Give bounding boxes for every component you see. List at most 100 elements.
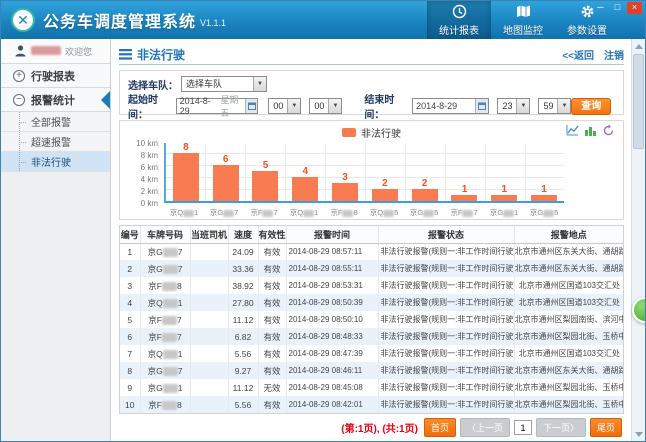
- vertical-scrollbar[interactable]: [631, 39, 645, 441]
- cell-speed: 9.27: [228, 362, 258, 379]
- redacted-text: [162, 333, 177, 342]
- cell-plate: 京G7: [140, 243, 190, 260]
- first-page-button[interactable]: 首页: [424, 418, 456, 437]
- line-chart-icon[interactable]: [566, 124, 579, 137]
- bar-value-label: 1: [462, 185, 468, 195]
- scroll-down-arrow[interactable]: [632, 427, 646, 441]
- table-row[interactable]: 7京Q15.56有效2014-08-29 08:47:39非法行驶报警(规则一:…: [120, 345, 623, 362]
- end-hour-value: 23: [498, 99, 516, 113]
- table-body: 1京G724.09有效2014-08-29 08:57:11非法行驶报警(规则一…: [120, 243, 623, 413]
- cell-location: 北京市通州区东关大街、通胡路交汇处西: [514, 243, 623, 260]
- cell-speed: 33.36: [228, 260, 258, 277]
- cell-location: 北京市通州区东关大街、通胡路交汇处西: [514, 362, 623, 379]
- bar-value-label: 1: [541, 185, 547, 195]
- table-row[interactable]: 9京G111.12无效2014-08-29 08:45:08非法行驶报警(规则一…: [120, 379, 623, 396]
- calendar-icon[interactable]: [475, 99, 488, 113]
- bar[interactable]: [491, 195, 517, 201]
- main-content: 非法行驶 <<返回 注销 选择车队： 选择车队 ▼ 起始时间：: [112, 39, 631, 441]
- bar[interactable]: [412, 189, 438, 201]
- cell-speed: 38.92: [228, 277, 258, 294]
- table-row[interactable]: 1京G724.09有效2014-08-29 08:57:11非法行驶报警(规则一…: [120, 243, 623, 260]
- table-row[interactable]: 4京Q127.80有效2014-08-29 08:50:39非法行驶报警(规则一…: [120, 294, 623, 311]
- end-minute-value: 59: [539, 99, 557, 113]
- y-tick-label: 2 km: [120, 187, 158, 196]
- query-button[interactable]: 查询: [571, 98, 611, 115]
- sidebar-item-全部报警[interactable]: 全部报警: [1, 112, 110, 132]
- content-header: 非法行驶 <<返回 注销: [119, 44, 624, 65]
- cell-plate: 京Q1: [140, 345, 190, 362]
- redacted-text: [462, 210, 473, 217]
- end-hour-select[interactable]: 23 ▼: [497, 98, 530, 114]
- triangle-up-icon: [635, 44, 643, 49]
- bar[interactable]: [531, 195, 557, 201]
- y-tick-label: 4 km: [120, 175, 158, 184]
- back-link[interactable]: <<返回: [562, 47, 594, 62]
- bar-value-label: 2: [422, 179, 428, 189]
- chevron-down-icon: ▼: [516, 99, 529, 113]
- calendar-icon[interactable]: [245, 99, 257, 113]
- bar[interactable]: [332, 183, 358, 201]
- chart-legend[interactable]: 非法行驶: [120, 125, 623, 140]
- table-row[interactable]: 10京F85.56有效2014-08-29 08:42:01非法行驶报警(规则一…: [120, 396, 623, 413]
- bar-value-label: 5: [263, 161, 269, 171]
- next-page-button[interactable]: 下一页〉: [536, 418, 586, 437]
- prev-page-button[interactable]: 〈上一页: [460, 418, 510, 437]
- x-tick-label: 京G5: [404, 207, 444, 218]
- scroll-up-arrow[interactable]: [632, 39, 646, 53]
- sidebar-menu-alarm-stats[interactable]: −报警统计: [1, 88, 110, 112]
- bar[interactable]: [292, 177, 318, 201]
- bar-chart-icon[interactable]: [584, 124, 597, 137]
- bar[interactable]: [451, 195, 477, 201]
- sidebar-item-超速报警[interactable]: 超速报警: [1, 132, 110, 152]
- fleet-select[interactable]: 选择车队 ▼: [181, 76, 267, 92]
- chevron-down-icon: ▼: [557, 99, 570, 113]
- logout-link[interactable]: 注销: [604, 47, 624, 62]
- table-row[interactable]: 6京F76.82有效2014-08-29 08:48:33非法行驶报警(规则一:…: [120, 328, 623, 345]
- cell-time: 2014-08-29 08:50:10: [286, 311, 378, 328]
- redacted-text: [503, 210, 514, 217]
- sidebar-menu-label: 行驶报表: [31, 68, 75, 84]
- page-number-input[interactable]: [514, 420, 532, 435]
- scrollbar-thumb[interactable]: [633, 54, 644, 149]
- sidebar-menu-driving-report[interactable]: +行驶报表: [1, 64, 110, 88]
- bar[interactable]: [213, 165, 239, 201]
- x-tick-label: 京F7: [444, 207, 484, 218]
- bar[interactable]: [372, 189, 398, 201]
- table-row[interactable]: 2京G733.36有效2014-08-29 08:55:11非法行驶报警(规则一…: [120, 260, 623, 277]
- end-date-value: 2014-8-29: [416, 101, 457, 111]
- nav-tab-map[interactable]: 地图监控: [491, 1, 555, 39]
- bar[interactable]: [252, 171, 278, 201]
- filter-panel: 选择车队： 选择车队 ▼ 起始时间： 2014-8-29 星期五: [119, 70, 624, 115]
- table-header-row: 编号车牌号码当班司机速度有效性报警时间报警状态报警地点: [120, 226, 623, 243]
- pagination-info: (第:1页), (共:1页): [341, 420, 418, 435]
- start-minute-select[interactable]: 00 ▼: [309, 98, 342, 114]
- table-row[interactable]: 5京F711.12有效2014-08-29 08:50:10非法行驶报警(规则一…: [120, 311, 623, 328]
- bar-plot: 8654322111: [164, 143, 564, 203]
- y-axis-ticks: 10 km8 km6 km4 km2 km0 km: [122, 143, 160, 203]
- end-minute-select[interactable]: 59 ▼: [538, 98, 571, 114]
- fleet-label: 选择车队：: [128, 77, 178, 92]
- start-date-input[interactable]: 2014-8-29 星期五: [176, 98, 259, 114]
- table-row[interactable]: 3京F838.92有效2014-08-29 08:53:31非法行驶报警(规则一…: [120, 277, 623, 294]
- nav-tab-stats[interactable]: 统计报表: [427, 1, 491, 39]
- y-tick-label: 0 km: [120, 199, 158, 208]
- nav-tab-label: 统计报表: [439, 22, 479, 37]
- last-page-button[interactable]: 尾页: [590, 418, 622, 437]
- x-tick-label: 京Q1: [284, 207, 324, 218]
- bar-value-label: 4: [303, 167, 309, 177]
- refresh-icon[interactable]: [602, 124, 615, 137]
- close-button[interactable]: ×: [627, 2, 642, 14]
- maximize-button[interactable]: □: [610, 2, 625, 14]
- cell-time: 2014-08-29 08:42:01: [286, 396, 378, 413]
- bar-slot: 1: [484, 141, 524, 201]
- cell-status: 非法行驶报警(规则一:非工作时间行驶): [378, 362, 514, 379]
- end-date-input[interactable]: 2014-8-29: [412, 98, 489, 114]
- app-body: 欢迎您 +行驶报表−报警统计全部报警超速报警非法行驶 非法行驶 <<返回 注销: [1, 39, 645, 441]
- sidebar-item-非法行驶[interactable]: 非法行驶: [1, 152, 110, 172]
- start-hour-select[interactable]: 00 ▼: [268, 98, 301, 114]
- minimize-button[interactable]: ─: [593, 2, 608, 14]
- bar-slot: 3: [325, 141, 365, 201]
- sidebar-menu-label: 报警统计: [31, 92, 75, 108]
- table-row[interactable]: 8京G79.27有效2014-08-29 08:46:11非法行驶报警(规则一:…: [120, 362, 623, 379]
- bar[interactable]: [173, 153, 199, 201]
